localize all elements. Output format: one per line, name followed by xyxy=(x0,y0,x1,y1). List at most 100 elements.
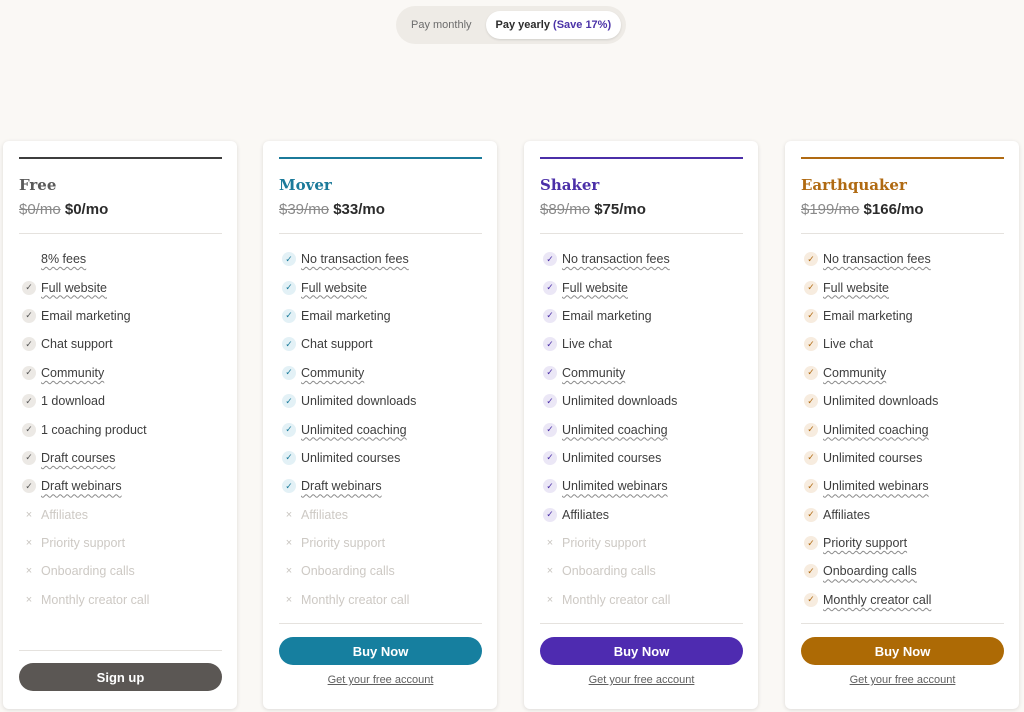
feature-item: ✓ Draft webinars xyxy=(19,472,221,500)
cross-icon: × xyxy=(25,537,33,550)
check-icon: ✓ xyxy=(282,422,296,437)
check-icon: ✓ xyxy=(804,252,818,267)
check-icon: ✓ xyxy=(282,308,296,323)
divider xyxy=(19,233,222,234)
feature-label: Unlimited courses xyxy=(301,450,401,465)
get-free-account-link[interactable]: Get your free account xyxy=(540,674,743,686)
check-icon: ✓ xyxy=(804,479,818,494)
feature-label: Affiliates xyxy=(301,507,349,522)
billing-period-toggle[interactable]: Pay monthly Pay yearly (Save 17%) xyxy=(396,6,626,44)
feature-list: ✓ No transaction fees ✓ Full website ✓ Email … xyxy=(801,245,1003,614)
feature-item: × Affiliates xyxy=(19,501,221,529)
get-free-account-link[interactable]: Get your free account xyxy=(801,674,1004,686)
feature-label: Onboarding calls xyxy=(41,564,135,579)
check-icon: ✓ xyxy=(22,280,36,295)
cross-icon: × xyxy=(546,565,554,578)
feature-label[interactable]: Unlimited coaching xyxy=(562,423,668,437)
divider xyxy=(540,233,743,234)
check-icon: ✓ xyxy=(804,564,818,579)
feature-label[interactable]: Draft courses xyxy=(41,451,115,465)
feature-label[interactable]: Unlimited coaching xyxy=(823,423,929,437)
feature-label: Unlimited courses xyxy=(562,450,662,465)
feature-item: × Onboarding calls xyxy=(540,557,742,585)
feature-label[interactable]: Onboarding calls xyxy=(823,564,917,578)
feature-label: Unlimited courses xyxy=(823,450,923,465)
feature-item: ✓ Draft courses xyxy=(19,444,221,472)
divider xyxy=(19,650,222,651)
feature-label: 1 coaching product xyxy=(41,422,147,437)
check-icon: ✓ xyxy=(282,280,296,295)
plan-price: $39/mo $33/mo xyxy=(279,201,481,221)
feature-label[interactable]: Full website xyxy=(41,281,107,295)
plan-accent-line xyxy=(279,157,482,159)
feature-label[interactable]: Draft webinars xyxy=(301,479,382,493)
check-icon: ✓ xyxy=(543,479,557,494)
cross-icon: × xyxy=(285,508,293,521)
plan-card-free: Free $0/mo $0/mo 8% fees ✓ Full website ✓ Emai… xyxy=(3,141,237,709)
feature-item: ✓ Email marketing xyxy=(540,302,742,330)
feature-item: ✓ Unlimited coaching xyxy=(801,415,1003,443)
feature-label[interactable]: Full website xyxy=(301,281,367,295)
feature-item: × Priority support xyxy=(19,529,221,557)
original-price: $89/mo xyxy=(540,201,591,218)
feature-label[interactable]: Monthly creator call xyxy=(823,593,931,607)
original-price: $199/mo xyxy=(801,201,860,218)
feature-item: × Onboarding calls xyxy=(19,557,221,585)
cross-icon: × xyxy=(285,593,293,606)
feature-label[interactable]: Community xyxy=(41,366,104,380)
feature-label[interactable]: Community xyxy=(301,366,364,380)
feature-label[interactable]: Unlimited webinars xyxy=(823,479,929,493)
buy-now-button[interactable]: Buy Now xyxy=(540,637,743,665)
discounted-price: $33/mo xyxy=(333,201,385,218)
divider xyxy=(540,623,743,624)
feature-label[interactable]: Priority support xyxy=(823,536,907,550)
feature-list: 8% fees ✓ Full website ✓ Email marketing ✓ Cha… xyxy=(19,245,221,614)
buy-now-button[interactable]: Buy Now xyxy=(801,637,1004,665)
feature-item: ✓ Monthly creator call xyxy=(801,586,1003,614)
feature-item: ✓ Priority support xyxy=(801,529,1003,557)
divider xyxy=(279,233,482,234)
plan-card-shaker: Shaker $89/mo $75/mo ✓ No transaction fees ✓… xyxy=(524,141,758,709)
feature-label[interactable]: Full website xyxy=(823,281,889,295)
feature-item: ✓ 1 coaching product xyxy=(19,415,221,443)
feature-label: Email marketing xyxy=(562,308,652,323)
pay-yearly-option[interactable]: Pay yearly (Save 17%) xyxy=(485,11,622,39)
discounted-price: $0/mo xyxy=(64,201,109,218)
check-icon: ✓ xyxy=(804,365,818,380)
feature-item: ✓ Unlimited downloads xyxy=(279,387,481,415)
check-icon: ✓ xyxy=(543,394,557,409)
yearly-savings-badge: (Save 17%) xyxy=(553,19,612,31)
feature-item: ✓ Unlimited webinars xyxy=(540,472,742,500)
pay-monthly-option[interactable]: Pay monthly xyxy=(401,11,482,39)
feature-item: ✓ Unlimited coaching xyxy=(279,415,481,443)
check-icon: ✓ xyxy=(282,252,296,267)
feature-label: Email marketing xyxy=(41,308,131,323)
feature-label: Priority support xyxy=(301,536,386,551)
feature-item: × Monthly creator call xyxy=(279,586,481,614)
check-icon: ✓ xyxy=(804,536,818,551)
feature-label[interactable]: Community xyxy=(562,366,625,380)
feature-label[interactable]: Unlimited webinars xyxy=(562,479,668,493)
feature-label[interactable]: No transaction fees xyxy=(823,252,931,266)
feature-item: ✓ Community xyxy=(540,359,742,387)
cross-icon: × xyxy=(25,593,33,606)
feature-label[interactable]: No transaction fees xyxy=(301,252,409,266)
feature-label[interactable]: Draft webinars xyxy=(41,479,122,493)
feature-item: ✓ Unlimited courses xyxy=(279,444,481,472)
feature-item: ✓ Chat support xyxy=(279,330,481,358)
feature-label[interactable]: 8% fees xyxy=(41,252,86,266)
feature-label: Unlimited downloads xyxy=(301,394,417,409)
feature-item: ✓ Community xyxy=(19,359,221,387)
plan-card-mover: Mover $39/mo $33/mo ✓ No transaction fees ✓ F… xyxy=(263,141,497,709)
plan-price: $89/mo $75/mo xyxy=(540,201,742,221)
feature-label[interactable]: No transaction fees xyxy=(562,252,670,266)
sign-up-button[interactable]: Sign up xyxy=(19,663,222,691)
buy-now-button[interactable]: Buy Now xyxy=(279,637,482,665)
check-icon: ✓ xyxy=(282,479,296,494)
get-free-account-link[interactable]: Get your free account xyxy=(279,674,482,686)
feature-label[interactable]: Full website xyxy=(562,281,628,295)
feature-label[interactable]: Unlimited coaching xyxy=(301,423,407,437)
feature-label[interactable]: Community xyxy=(823,366,886,380)
cross-icon: × xyxy=(25,565,33,578)
check-icon: ✓ xyxy=(22,479,36,494)
